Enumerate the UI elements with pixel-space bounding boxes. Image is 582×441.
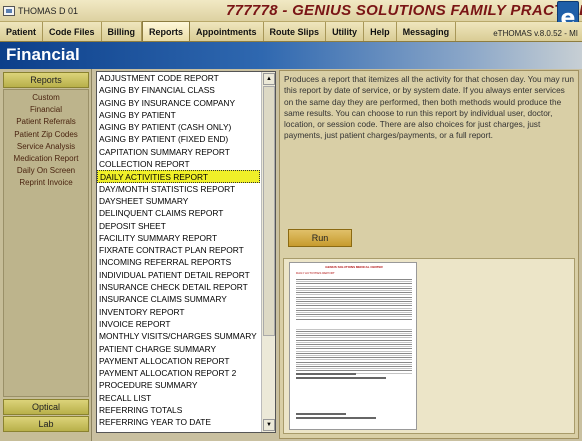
menu-patient[interactable]: Patient [0, 22, 44, 41]
menu-code-files[interactable]: Code Files [43, 22, 102, 41]
report-item[interactable]: AGING BY PATIENT (CASH ONLY) [97, 121, 260, 133]
nav-link-custom[interactable]: Custom [4, 92, 88, 104]
report-preview-thumbnail: GENIUS SOLUTIONS MEDICAL CENTER DAILY AC… [289, 262, 417, 430]
report-item[interactable]: MONTHLY VISITS/CHARGES SUMMARY [97, 330, 260, 342]
practice-title: 777778 - GENIUS SOLUTIONS FAMILY PRACTIC… [226, 2, 582, 19]
section-title: Financial [6, 45, 80, 64]
menu-help[interactable]: Help [364, 22, 397, 41]
report-item[interactable]: DELINQUENT CLAIMS REPORT [97, 207, 260, 219]
main-menu-bar: Patient Code Files Billing Reports Appoi… [0, 21, 582, 42]
report-item[interactable]: REFERRING TOTALS [97, 404, 260, 416]
menu-utility[interactable]: Utility [326, 22, 365, 41]
preview-title: GENIUS SOLUTIONS MEDICAL CENTER [325, 265, 383, 269]
nav-link-medication-report[interactable]: Medication Report [4, 153, 88, 165]
version-label: eTHOMAS v.8.0.52 - MI [493, 29, 578, 38]
menu-route-slips[interactable]: Route Slips [264, 22, 327, 41]
report-item[interactable]: FIXRATE CONTRACT PLAN REPORT [97, 244, 260, 256]
report-item[interactable]: INVOICE REPORT [97, 318, 260, 330]
user-name: THOMAS D 01 [18, 5, 79, 16]
scroll-down-icon[interactable]: ▼ [263, 419, 275, 431]
report-item[interactable]: RECALL LIST [97, 392, 260, 404]
report-item[interactable]: DAILY ACTIVITIES REPORT [97, 170, 260, 183]
report-list-scrollbar[interactable]: ▲ ▼ [261, 72, 275, 432]
user-card-icon [3, 5, 15, 16]
section-header: Financial [0, 42, 582, 69]
report-item[interactable]: DAYSHEET SUMMARY [97, 195, 260, 207]
report-item[interactable]: FACILITY SUMMARY REPORT [97, 232, 260, 244]
menu-messaging[interactable]: Messaging [397, 22, 457, 41]
report-item[interactable]: PROCEDURE SUMMARY [97, 379, 260, 391]
nav-report-categories: Custom Financial Patient Referrals Patie… [3, 89, 89, 397]
nav-link-service-analysis[interactable]: Service Analysis [4, 141, 88, 153]
report-item[interactable]: AGING BY PATIENT (FIXED END) [97, 133, 260, 145]
report-item[interactable]: REFERRING YEAR TO DATE [97, 416, 260, 428]
report-items: ADJUSTMENT CODE REPORT AGING BY FINANCIAL… [97, 72, 260, 429]
current-user: THOMAS D 01 [3, 3, 78, 18]
menu-appointments[interactable]: Appointments [190, 22, 264, 41]
report-item[interactable]: CAPITATION SUMMARY REPORT [97, 146, 260, 158]
report-item[interactable]: AGING BY INSURANCE COMPANY [97, 97, 260, 109]
title-bar: THOMAS D 01 777778 - GENIUS SOLUTIONS FA… [0, 0, 582, 35]
nav-link-financial[interactable]: Financial [4, 104, 88, 116]
report-item[interactable]: INCOMING REFERRAL REPORTS [97, 256, 260, 268]
scroll-up-icon[interactable]: ▲ [263, 73, 275, 85]
menu-reports[interactable]: Reports [142, 21, 191, 41]
app-window: THOMAS D 01 777778 - GENIUS SOLUTIONS FA… [0, 0, 582, 441]
report-item[interactable]: INSURANCE CLAIMS SUMMARY [97, 293, 260, 305]
nav-reports-button[interactable]: Reports [3, 72, 89, 88]
report-item[interactable]: PAYMENT ALLOCATION REPORT 2 [97, 367, 260, 379]
nav-link-daily-on-screen[interactable]: Daily On Screen [4, 165, 88, 177]
report-item[interactable]: INSURANCE CHECK DETAIL REPORT [97, 281, 260, 293]
menu-billing[interactable]: Billing [102, 22, 143, 41]
nav-lab-button[interactable]: Lab [3, 416, 89, 432]
preview-subtitle: DAILY ACTIVITIES REPORT [296, 271, 335, 275]
run-button[interactable]: Run [288, 229, 352, 247]
left-nav: Reports Custom Financial Patient Referra… [0, 69, 92, 441]
report-description: Produces a report that itemizes all the … [284, 74, 574, 141]
nav-link-patient-zip-codes[interactable]: Patient Zip Codes [4, 129, 88, 141]
report-listbox[interactable]: ADJUSTMENT CODE REPORT AGING BY FINANCIAL… [96, 71, 276, 433]
report-item[interactable]: ADJUSTMENT CODE REPORT [97, 72, 260, 84]
report-item[interactable]: COLLECTION REPORT [97, 158, 260, 170]
report-detail-panel: Produces a report that itemizes all the … [279, 70, 579, 439]
report-item[interactable]: PAYMENT ALLOCATION REPORT [97, 355, 260, 367]
report-preview: GENIUS SOLUTIONS MEDICAL CENTER DAILY AC… [283, 258, 575, 434]
report-item[interactable]: INDIVIDUAL PATIENT DETAIL REPORT [97, 269, 260, 281]
report-item[interactable]: AGING BY PATIENT [97, 109, 260, 121]
nav-optical-button[interactable]: Optical [3, 399, 89, 415]
scroll-thumb[interactable] [263, 86, 275, 336]
report-item[interactable]: PATIENT CHARGE SUMMARY [97, 343, 260, 355]
report-item[interactable]: AGING BY FINANCIAL CLASS [97, 84, 260, 96]
report-item[interactable]: DAY/MONTH STATISTICS REPORT [97, 183, 260, 195]
nav-link-patient-referrals[interactable]: Patient Referrals [4, 116, 88, 128]
report-item[interactable]: DEPOSIT SHEET [97, 220, 260, 232]
nav-link-reprint-invoice[interactable]: Reprint Invoice [4, 177, 88, 189]
report-item[interactable]: INVENTORY REPORT [97, 306, 260, 318]
